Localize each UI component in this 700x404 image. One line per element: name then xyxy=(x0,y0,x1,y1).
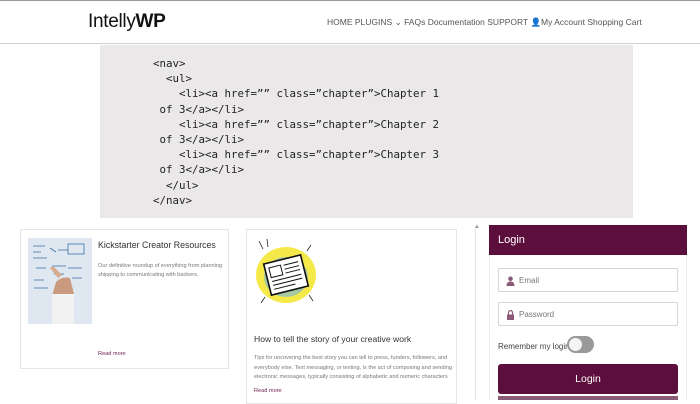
toggle-knob xyxy=(569,338,582,351)
nav-item-shopping-cart[interactable]: Shopping Cart xyxy=(587,17,641,27)
code-line: <li><a href=”” class=”chapter”>Chapter 3 xyxy=(153,148,440,162)
code-snippet: <nav> <ul> <li><a href=”” class=”chapter… xyxy=(153,56,439,208)
password-input[interactable] xyxy=(519,306,669,322)
login-widget-title: Login xyxy=(489,225,687,255)
lock-icon xyxy=(507,310,514,320)
card-title[interactable]: Kickstarter Creator Resources xyxy=(98,240,216,250)
code-line: of 3</a></li> xyxy=(153,133,245,147)
remember-label: Remember my login xyxy=(498,342,570,351)
card-description: Our definitive roundup of everything fro… xyxy=(98,263,223,278)
whiteboard-photo-thumbnail[interactable] xyxy=(28,238,92,324)
read-more-link[interactable]: Read more xyxy=(254,388,282,394)
password-field[interactable] xyxy=(498,302,678,326)
secondary-button-edge[interactable] xyxy=(498,396,678,400)
article-card-kickstarter: Kickstarter Creator Resources Our defini… xyxy=(20,229,229,369)
user-icon xyxy=(506,276,515,286)
email-field[interactable] xyxy=(498,268,678,292)
scroll-up-arrow-icon[interactable]: ▲ xyxy=(474,224,480,230)
logo-wp-text: WP xyxy=(135,11,166,32)
code-line: of 3</a></li> xyxy=(153,102,245,116)
code-line: of 3</a></li> xyxy=(153,163,245,177)
user-icon: 👤 xyxy=(530,17,542,27)
card-title[interactable]: How to tell the story of your creative w… xyxy=(254,334,411,344)
chevron-down-icon: ⌄ xyxy=(394,17,402,27)
email-input[interactable] xyxy=(519,272,669,288)
newspaper-illustration-thumbnail[interactable] xyxy=(253,237,319,311)
nav-item-home[interactable]: HOME xyxy=(327,17,353,27)
nav-item-plugins[interactable]: PLUGINS xyxy=(355,17,392,27)
sidebar-divider xyxy=(475,226,476,400)
nav-item-documentation[interactable]: Documentation xyxy=(428,17,485,27)
code-line: <li><a href=”” class=”chapter”>Chapter 1 xyxy=(153,87,440,101)
top-navigation-bar: IntellyWP HOME PLUGINS ⌄ FAQs Documentat… xyxy=(0,0,700,44)
nav-item-my-account[interactable]: My Account xyxy=(541,17,585,27)
intellywp-logo[interactable]: IntellyWP xyxy=(88,11,166,33)
article-card-story: How to tell the story of your creative w… xyxy=(246,229,457,404)
code-line: </nav> xyxy=(153,193,193,207)
nav-item-faqs[interactable]: FAQs xyxy=(404,17,425,27)
login-button[interactable]: Login xyxy=(498,364,678,394)
read-more-link[interactable]: Read more xyxy=(98,351,126,357)
logo-text: Intelly xyxy=(88,11,136,32)
code-line: <li><a href=”” class=”chapter”>Chapter 2 xyxy=(153,117,440,131)
code-line: </ul> xyxy=(153,178,199,192)
code-line: <nav> xyxy=(153,57,186,70)
nav-item-support[interactable]: SUPPORT xyxy=(487,17,528,27)
card-description: Tips for uncovering the best story you c… xyxy=(254,355,452,380)
remember-toggle[interactable] xyxy=(567,336,594,353)
code-line: <ul> xyxy=(153,72,193,86)
main-nav: HOME PLUGINS ⌄ FAQs Documentation SUPPOR… xyxy=(327,17,642,28)
